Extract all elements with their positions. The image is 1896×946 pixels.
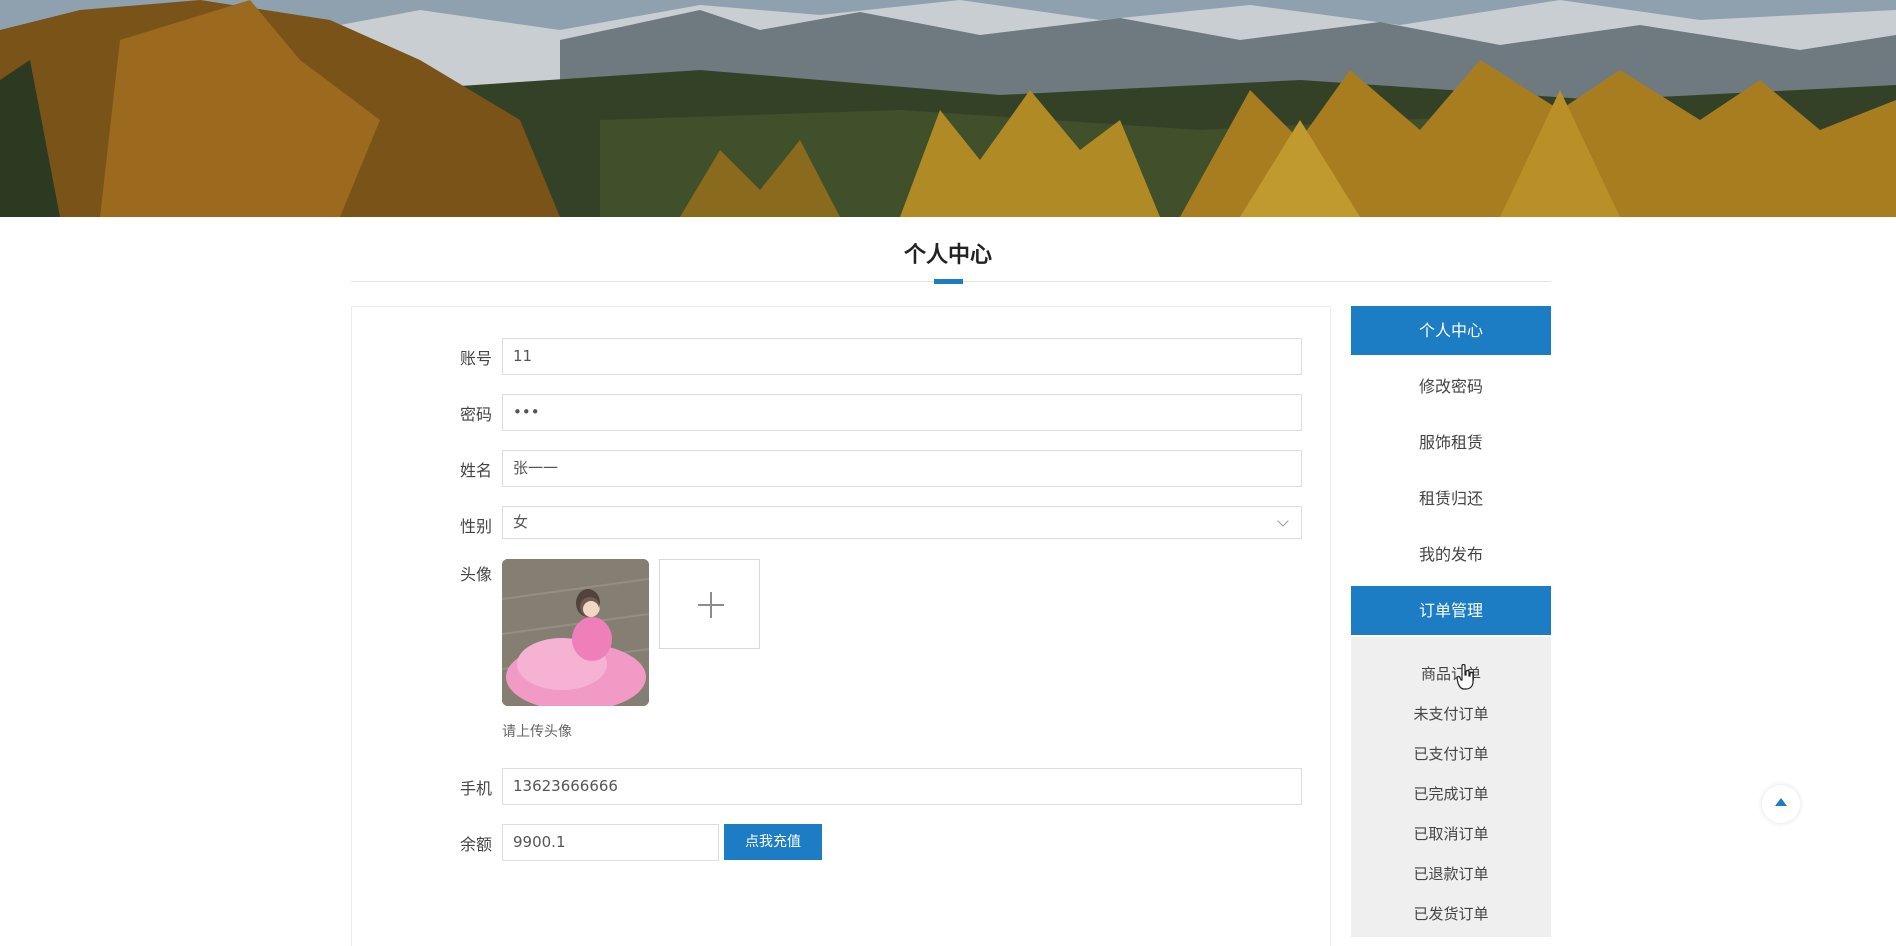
chevron-down-icon bbox=[1277, 515, 1289, 527]
name-input[interactable]: 张一一 bbox=[502, 450, 1302, 487]
account-row: 账号 11 bbox=[352, 338, 1332, 375]
balance-input[interactable]: 9900.1 bbox=[502, 824, 719, 861]
sidebar-item-profile[interactable]: 个人中心 bbox=[1351, 306, 1551, 355]
page-title: 个人中心 bbox=[903, 243, 992, 268]
hand-cursor-icon bbox=[1456, 664, 1474, 690]
avatar-label: 头像 bbox=[459, 565, 492, 584]
order-submenu: 商品订单 未支付订单 已支付订单 已完成订单 已取消订单 已退款订单 已发货订单 bbox=[1351, 637, 1551, 937]
sidebar-item-rental-return[interactable]: 租赁归还 bbox=[1351, 474, 1551, 523]
submenu-item-completed-orders[interactable]: 已完成订单 bbox=[1351, 783, 1551, 804]
phone-input[interactable]: 13623666666 bbox=[502, 768, 1302, 805]
name-row: 姓名 张一一 bbox=[352, 450, 1332, 487]
sidebar-item-order-management[interactable]: 订单管理 bbox=[1351, 586, 1551, 635]
submenu-item-product-orders[interactable]: 商品订单 bbox=[1351, 663, 1551, 684]
password-label: 密码 bbox=[459, 405, 492, 424]
plus-icon-vertical bbox=[710, 592, 712, 618]
sidebar-item-my-posts[interactable]: 我的发布 bbox=[1351, 530, 1551, 579]
submenu-item-paid-orders[interactable]: 已支付订单 bbox=[1351, 743, 1551, 764]
password-row: 密码 ••• bbox=[352, 394, 1332, 431]
avatar-image bbox=[502, 559, 649, 706]
sidebar-item-clothing-rental[interactable]: 服饰租赁 bbox=[1351, 418, 1551, 467]
gender-selected-value: 女 bbox=[513, 513, 529, 531]
password-input[interactable]: ••• bbox=[502, 394, 1302, 431]
account-label: 账号 bbox=[459, 349, 492, 368]
phone-label: 手机 bbox=[459, 779, 492, 798]
avatar-photo-illustration bbox=[502, 559, 649, 706]
submenu-item-refunded-orders[interactable]: 已退款订单 bbox=[1351, 863, 1551, 884]
phone-row: 手机 13623666666 bbox=[352, 768, 1332, 805]
back-to-top-button[interactable] bbox=[1762, 785, 1800, 823]
gender-label: 性别 bbox=[459, 517, 492, 536]
sidebar-item-change-password[interactable]: 修改密码 bbox=[1351, 362, 1551, 411]
gender-select[interactable]: 女 bbox=[502, 506, 1302, 539]
balance-label: 余额 bbox=[459, 835, 492, 854]
arrow-up-icon bbox=[1775, 798, 1787, 806]
submenu-item-cancelled-orders[interactable]: 已取消订单 bbox=[1351, 823, 1551, 844]
gender-row: 性别 女 bbox=[352, 506, 1332, 543]
recharge-button[interactable]: 点我充值 bbox=[724, 824, 822, 860]
avatar-upload-hint: 请上传头像 bbox=[502, 724, 572, 740]
name-label: 姓名 bbox=[459, 461, 492, 480]
title-accent-bar bbox=[934, 279, 963, 284]
mountain-forest-illustration bbox=[0, 0, 1896, 217]
submenu-item-unpaid-orders[interactable]: 未支付订单 bbox=[1351, 703, 1551, 724]
balance-row: 余额 9900.1 bbox=[352, 824, 1332, 861]
account-input[interactable]: 11 bbox=[502, 338, 1302, 375]
header-banner-image bbox=[0, 0, 1896, 217]
profile-form: 账号 11 密码 ••• 姓名 张一一 性别 女 头像 请上传头像 手机 136… bbox=[351, 306, 1331, 946]
avatar-upload-button[interactable] bbox=[659, 559, 760, 649]
